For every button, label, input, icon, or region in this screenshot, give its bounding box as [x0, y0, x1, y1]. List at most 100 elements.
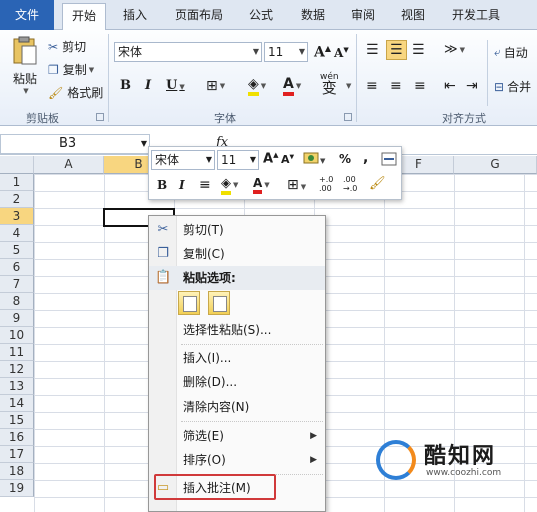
font-size-combo[interactable]: 11 ▼: [264, 42, 308, 62]
chevron-down-icon: ▼: [233, 181, 239, 189]
mini-italic-button[interactable]: I: [179, 178, 185, 192]
fill-color-button[interactable]: ◈ ▼: [248, 76, 266, 96]
cut-button[interactable]: ✂ 剪切: [48, 38, 86, 55]
decrease-indent-button[interactable]: ⇤: [444, 78, 456, 94]
mini-decrease-decimal-icon[interactable]: .00 →.0: [343, 175, 357, 193]
align-left-button[interactable]: ≡: [366, 78, 378, 94]
row-header-12[interactable]: 12: [0, 361, 34, 378]
menu-item-cut[interactable]: ✂ 剪切(T): [149, 218, 325, 242]
chevron-right-icon: ▶: [310, 455, 317, 465]
mini-format-painter-icon[interactable]: 🖌: [369, 176, 386, 191]
mini-increase-decimal-icon[interactable]: +.0 .00: [319, 175, 333, 193]
row-header-19[interactable]: 19: [0, 480, 34, 497]
tab-review[interactable]: 审阅: [342, 3, 384, 30]
row-header-17[interactable]: 17: [0, 446, 34, 463]
row-header-2[interactable]: 2: [0, 191, 34, 208]
phonetic-button[interactable]: wén 变: [320, 72, 339, 96]
menu-item-clear-contents[interactable]: 清除内容(N): [149, 395, 325, 419]
font-name-combo[interactable]: 宋体 ▼: [114, 42, 262, 62]
orientation-button[interactable]: ≫ ▼: [444, 42, 465, 57]
name-box[interactable]: B3 ▼: [0, 134, 150, 154]
clipboard-launcher-icon[interactable]: [96, 113, 104, 121]
row-header-1[interactable]: 1: [0, 174, 34, 191]
format-cells-icon: [381, 152, 397, 166]
chevron-right-icon: ▶: [310, 431, 317, 441]
wrap-text-button[interactable]: ⤶ 自动: [494, 44, 528, 61]
paste-button[interactable]: 粘贴 ▼: [8, 36, 42, 95]
align-bottom-button[interactable]: ☰: [412, 42, 425, 58]
row-header-3[interactable]: 3: [0, 208, 34, 225]
align-right-button[interactable]: ≡: [414, 78, 426, 94]
font-color-button[interactable]: A ▼: [283, 76, 301, 96]
paint-bucket-icon: ◈: [221, 176, 231, 195]
italic-button[interactable]: I: [145, 78, 151, 93]
shrink-font-button[interactable]: A▼: [334, 45, 349, 60]
format-painter-button[interactable]: 🖌 格式刷: [48, 84, 103, 101]
increase-indent-button[interactable]: ⇥: [466, 78, 478, 94]
row-header-6[interactable]: 6: [0, 259, 34, 276]
menu-item-copy[interactable]: ❐ 复制(C): [149, 242, 325, 266]
tab-home[interactable]: 开始: [62, 3, 106, 31]
shrink-font-icon: A: [334, 46, 344, 60]
tab-file[interactable]: 文件: [0, 0, 54, 30]
mini-format-cells-icon[interactable]: [381, 152, 397, 169]
merge-center-button[interactable]: ⊟ 合并: [494, 78, 531, 95]
mini-font-color-button[interactable]: A ▼: [253, 176, 270, 194]
align-center-button[interactable]: ≡: [390, 78, 402, 94]
tab-formulas[interactable]: 公式: [240, 3, 282, 30]
border-grid-icon: ⊞: [206, 78, 218, 94]
align-middle-button[interactable]: ☰: [386, 40, 407, 60]
paste-option-formatting-icon[interactable]: [178, 291, 200, 315]
copy-button[interactable]: ❐ 复制 ▼: [48, 61, 94, 78]
mini-percent-button[interactable]: %: [339, 152, 351, 166]
mini-size-combo[interactable]: 11 ▼: [217, 150, 259, 170]
grow-font-button[interactable]: A▲: [314, 43, 331, 61]
row-header-15[interactable]: 15: [0, 412, 34, 429]
row-header-9[interactable]: 9: [0, 310, 34, 327]
menu-item-insert[interactable]: 插入(I)...: [149, 346, 325, 370]
menu-item-filter[interactable]: 筛选(E) ▶: [149, 424, 325, 448]
mini-center-icon[interactable]: ≡: [199, 177, 211, 193]
copy-label: 复制: [62, 63, 87, 77]
font-launcher-icon[interactable]: [344, 113, 352, 121]
mini-bold-button[interactable]: B: [157, 178, 167, 192]
row-header-16[interactable]: 16: [0, 429, 34, 446]
row-header-11[interactable]: 11: [0, 344, 34, 361]
column-header-g[interactable]: G: [454, 156, 537, 174]
format-painter-label: 格式刷: [67, 86, 104, 100]
row-header-10[interactable]: 10: [0, 327, 34, 344]
menu-item-delete[interactable]: 删除(D)...: [149, 370, 325, 394]
column-header-a[interactable]: A: [34, 156, 104, 174]
row-header-4[interactable]: 4: [0, 225, 34, 242]
chevron-down-icon[interactable]: ▼: [346, 82, 351, 90]
tab-data[interactable]: 数据: [292, 3, 334, 30]
bold-button[interactable]: B: [120, 78, 131, 93]
mini-font-combo[interactable]: 宋体 ▼: [151, 150, 215, 170]
chevron-down-icon: ▼: [179, 82, 185, 91]
mini-comma-button[interactable]: ,: [363, 150, 368, 166]
row-header-8[interactable]: 8: [0, 293, 34, 310]
borders-button[interactable]: ⊞ ▼: [206, 78, 225, 94]
row-header-7[interactable]: 7: [0, 276, 34, 293]
tab-page-layout[interactable]: 页面布局: [167, 3, 231, 30]
tab-developer[interactable]: 开发工具: [444, 3, 508, 30]
row-header-18[interactable]: 18: [0, 463, 34, 480]
mini-accounting-format-icon[interactable]: ▼: [303, 151, 327, 170]
mini-grow-font-icon[interactable]: A▲: [263, 151, 278, 166]
align-top-button[interactable]: ☰: [366, 42, 379, 58]
row-header-13[interactable]: 13: [0, 378, 34, 395]
underline-button[interactable]: U ▼: [166, 78, 185, 93]
currency-icon: ▼: [303, 152, 326, 165]
chevron-down-icon: ▼: [205, 155, 212, 164]
paste-option-values-icon[interactable]: [208, 291, 230, 315]
mini-shrink-font-icon[interactable]: A▼: [281, 153, 294, 166]
menu-item-sort[interactable]: 排序(O) ▶: [149, 448, 325, 472]
menu-item-paste-special[interactable]: 选择性粘贴(S)...: [149, 318, 325, 342]
tab-insert[interactable]: 插入: [113, 3, 157, 30]
row-header-14[interactable]: 14: [0, 395, 34, 412]
mini-borders-button[interactable]: ⊞ ▼: [287, 177, 306, 193]
tab-view[interactable]: 视图: [392, 3, 434, 30]
mini-fill-color-button[interactable]: ◈ ▼: [221, 176, 239, 195]
select-all-corner[interactable]: [0, 156, 34, 174]
row-header-5[interactable]: 5: [0, 242, 34, 259]
